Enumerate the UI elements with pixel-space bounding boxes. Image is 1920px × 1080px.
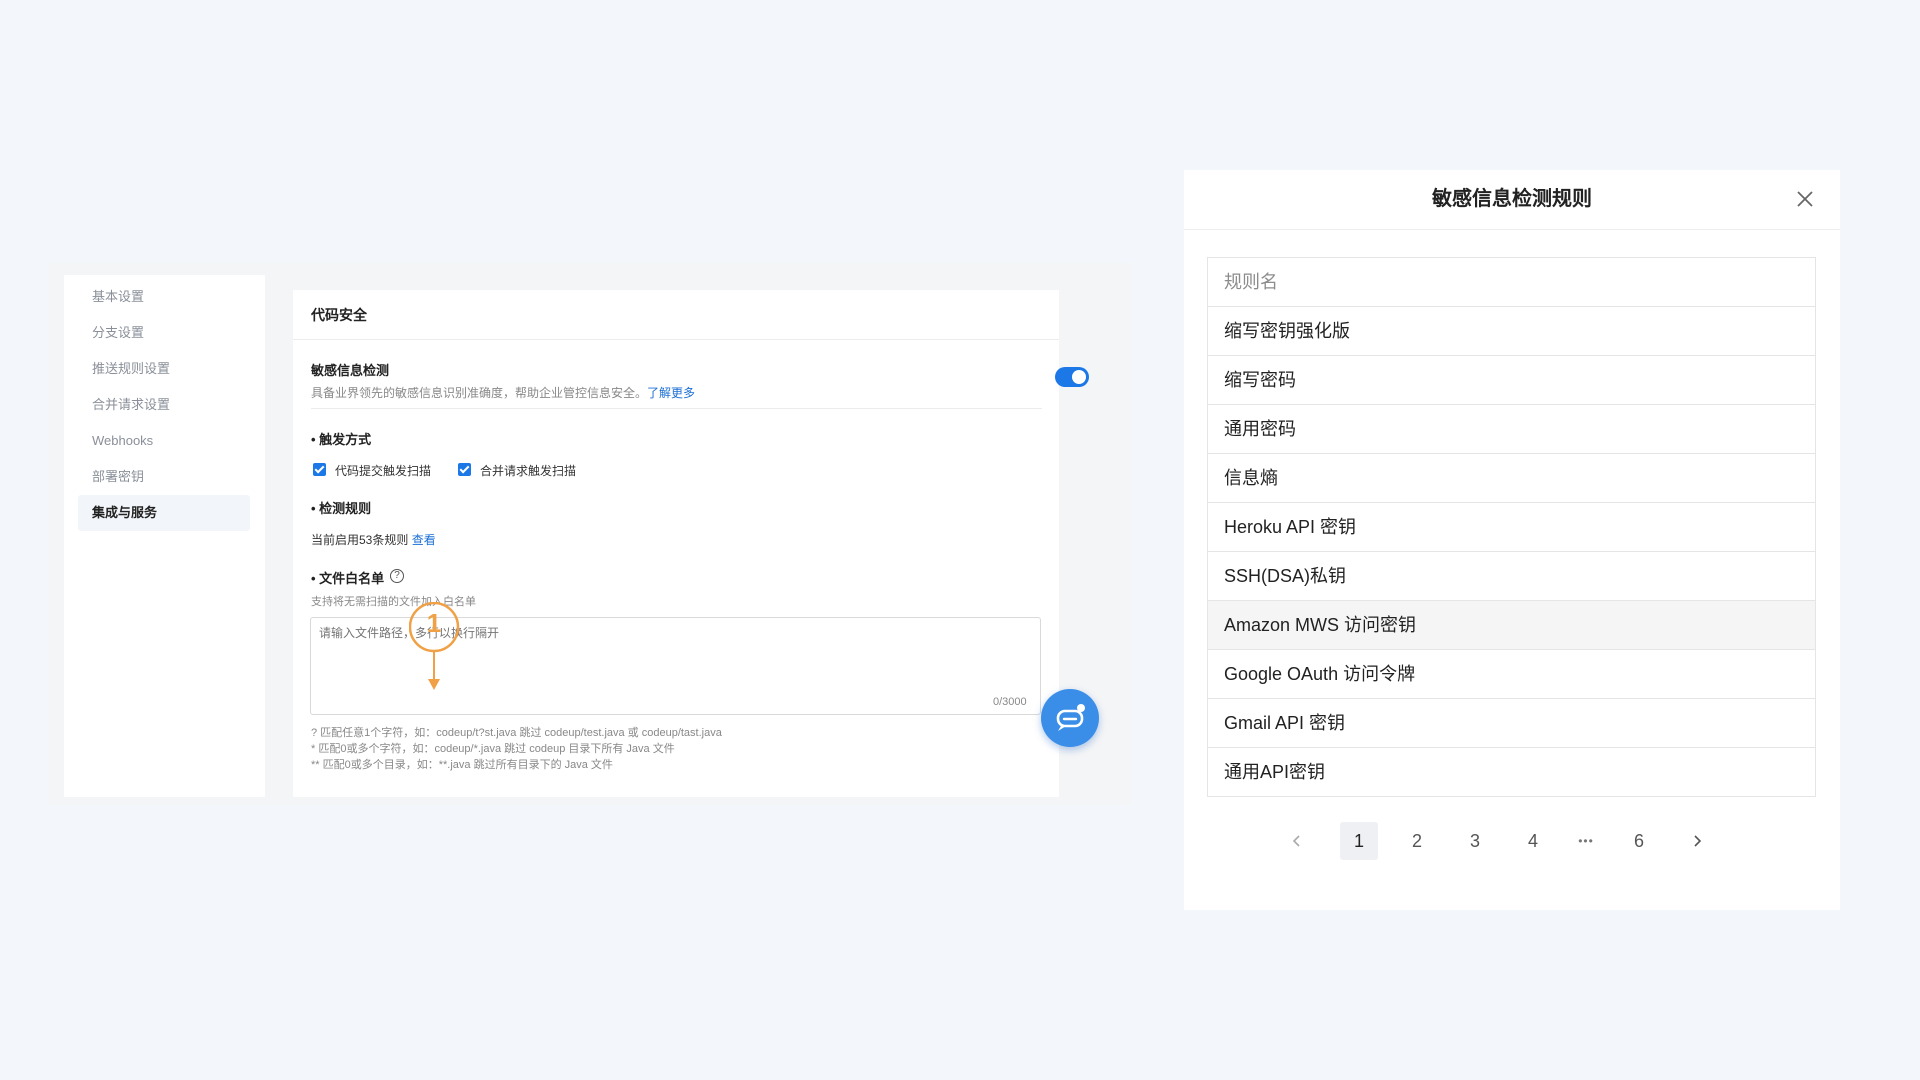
table-row[interactable]: Amazon MWS 访问密钥 bbox=[1208, 601, 1815, 650]
trigger-mode-title: • 触发方式 bbox=[311, 432, 372, 447]
page-6-button[interactable]: 6 bbox=[1620, 822, 1658, 860]
sensitive-detection-title: 敏感信息检测 bbox=[311, 363, 390, 378]
whitelist-input[interactable] bbox=[310, 617, 1041, 715]
card-title: 代码安全 bbox=[293, 290, 1059, 340]
rules-table: 规则名 缩写密钥强化版 缩写密码 通用密码 信息熵 Heroku API 密钥 … bbox=[1207, 257, 1816, 797]
hint-line: * 匹配0或多个字符，如：codeup/*.java 跳过 codeup 目录下… bbox=[311, 743, 675, 755]
chevron-right-icon bbox=[1694, 835, 1702, 847]
sidebar-item-basic[interactable]: 基本设置 bbox=[78, 279, 250, 315]
pagination: 1 2 3 4 ••• 6 bbox=[1184, 822, 1840, 860]
close-button[interactable] bbox=[1794, 188, 1816, 210]
page-4-button[interactable]: 4 bbox=[1514, 822, 1552, 860]
table-row[interactable]: Heroku API 密钥 bbox=[1208, 503, 1815, 552]
settings-screenshot: 基本设置 分支设置 推送规则设置 合并请求设置 Webhooks 部署密钥 集成… bbox=[48, 263, 1132, 805]
next-page-button[interactable] bbox=[1678, 822, 1716, 860]
page-3-button[interactable]: 3 bbox=[1456, 822, 1494, 860]
page-ellipsis[interactable]: ••• bbox=[1567, 822, 1605, 860]
code-security-card: 代码安全 敏感信息检测 具备业界领先的敏感信息识别准确度，帮助企业管控信息安全。… bbox=[293, 290, 1089, 797]
mr-trigger-label: 合并请求触发扫描 bbox=[480, 464, 577, 478]
divider bbox=[311, 408, 1042, 409]
sidebar-item-deploy-keys[interactable]: 部署密钥 bbox=[78, 459, 250, 495]
rules-status-text: 当前启用53条规则 bbox=[311, 533, 409, 547]
whitelist-title: • 文件白名单 bbox=[311, 571, 385, 586]
table-row[interactable]: 缩写密钥强化版 bbox=[1208, 307, 1815, 356]
sensitive-detection-toggle[interactable] bbox=[1055, 367, 1089, 387]
hint-line: ** 匹配0或多个目录，如：**.java 跳过所有目录下的 Java 文件 bbox=[311, 759, 613, 771]
page-1-button[interactable]: 1 bbox=[1340, 822, 1378, 860]
help-icon[interactable]: ? bbox=[390, 569, 404, 583]
char-counter: 0/3000 bbox=[993, 696, 1027, 708]
chat-icon bbox=[1056, 704, 1085, 731]
mr-trigger-checkbox[interactable] bbox=[458, 463, 471, 476]
detection-rules-title: • 检测规则 bbox=[311, 501, 372, 516]
sidebar-item-push-rules[interactable]: 推送规则设置 bbox=[78, 351, 250, 387]
table-row[interactable]: 通用API密钥 bbox=[1208, 748, 1815, 797]
dialog-header: 敏感信息检测规则 bbox=[1184, 170, 1840, 230]
prev-page-button[interactable] bbox=[1278, 822, 1316, 860]
rules-status: 当前启用53条规则 查看 bbox=[311, 531, 436, 548]
view-rules-link[interactable]: 查看 bbox=[412, 533, 436, 547]
chevron-left-icon bbox=[1292, 835, 1300, 847]
sidebar-item-branch[interactable]: 分支设置 bbox=[78, 315, 250, 351]
table-row[interactable]: 信息熵 bbox=[1208, 454, 1815, 503]
table-row[interactable]: SSH(DSA)私钥 bbox=[1208, 552, 1815, 601]
table-row[interactable]: 缩写密码 bbox=[1208, 356, 1815, 405]
chat-button[interactable] bbox=[1041, 689, 1099, 747]
table-row[interactable]: Google OAuth 访问令牌 bbox=[1208, 650, 1815, 699]
sidebar-item-merge-request[interactable]: 合并请求设置 bbox=[78, 387, 250, 423]
sidebar-item-integrations[interactable]: 集成与服务 bbox=[78, 495, 250, 531]
table-header: 规则名 bbox=[1208, 258, 1815, 307]
commit-trigger-label: 代码提交触发扫描 bbox=[335, 464, 432, 478]
table-row[interactable]: 通用密码 bbox=[1208, 405, 1815, 454]
sensitive-detection-desc: 具备业界领先的敏感信息识别准确度，帮助企业管控信息安全。了解更多 bbox=[311, 384, 695, 401]
desc-text: 具备业界领先的敏感信息识别准确度，帮助企业管控信息安全。 bbox=[311, 386, 648, 400]
hint-line: ? 匹配任意1个字符，如：codeup/t?st.java 跳过 codeup/… bbox=[311, 727, 722, 739]
table-row[interactable]: Gmail API 密钥 bbox=[1208, 699, 1815, 748]
page-2-button[interactable]: 2 bbox=[1398, 822, 1436, 860]
sidebar-item-webhooks[interactable]: Webhooks bbox=[78, 423, 250, 459]
commit-trigger-checkbox[interactable] bbox=[313, 463, 326, 476]
rules-dialog: 敏感信息检测规则 规则名 缩写密钥强化版 缩写密码 通用密码 信息熵 Herok… bbox=[1184, 170, 1840, 910]
settings-sidebar: 基本设置 分支设置 推送规则设置 合并请求设置 Webhooks 部署密钥 集成… bbox=[64, 275, 265, 797]
dialog-title: 敏感信息检测规则 bbox=[1432, 188, 1592, 210]
whitelist-desc: 支持将无需扫描的文件加入白名单 bbox=[311, 596, 476, 608]
learn-more-link[interactable]: 了解更多 bbox=[647, 386, 695, 400]
close-icon bbox=[1797, 191, 1813, 207]
